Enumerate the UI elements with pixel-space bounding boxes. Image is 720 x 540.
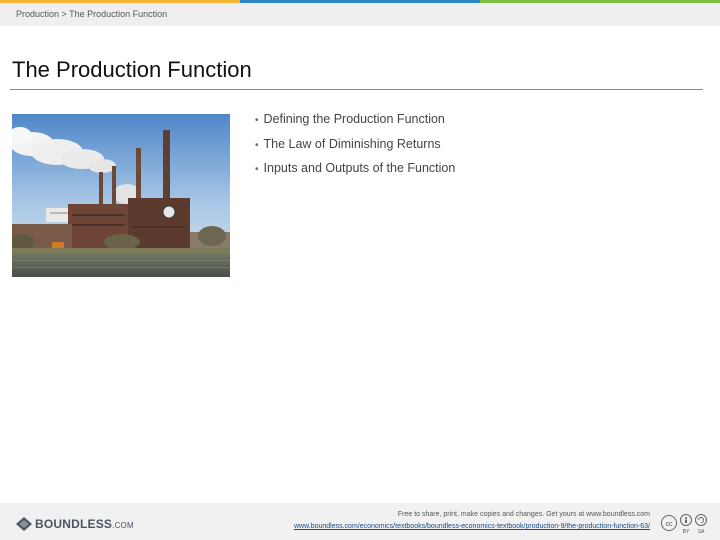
- list-item-label: Defining the Production Function: [263, 112, 445, 126]
- by-label: BY: [683, 529, 690, 535]
- bullet-icon: •: [255, 164, 259, 175]
- boundless-logo-icon: [16, 517, 32, 531]
- boundless-logo[interactable]: BOUNDLESS.COM: [16, 517, 134, 531]
- source-link[interactable]: www.boundless.com/economics/textbooks/bo…: [294, 523, 650, 530]
- title-divider: [10, 89, 703, 90]
- bullet-icon: •: [255, 139, 259, 151]
- logo-wordmark: BOUNDLESS.COM: [35, 517, 134, 531]
- bullet-icon: •: [255, 115, 259, 126]
- cc-license-icon[interactable]: cc BY SA: [661, 513, 711, 535]
- footer: BOUNDLESS.COM Free to share, print, make…: [0, 503, 720, 540]
- power-plant-photo: [12, 114, 230, 277]
- list-item[interactable]: • The Law of Diminishing Returns: [255, 136, 455, 161]
- list-item-label: Inputs and Outputs of the Function: [263, 161, 456, 175]
- breadcrumb-bar: Production > The Production Function: [0, 3, 720, 26]
- topic-list: • Defining the Production Function • The L…: [255, 111, 455, 185]
- breadcrumb[interactable]: Production > The Production Function: [16, 9, 167, 19]
- sa-label: SA: [698, 529, 705, 535]
- share-notice: Free to share, print, make copies and ch…: [397, 511, 650, 518]
- list-item[interactable]: • Defining the Production Function: [255, 111, 455, 136]
- page-title: The Production Function: [12, 57, 252, 82]
- list-item-label: The Law of Diminishing Returns: [263, 136, 441, 151]
- list-item[interactable]: • Inputs and Outputs of the Function: [255, 160, 455, 185]
- cc-label: cc: [666, 521, 674, 528]
